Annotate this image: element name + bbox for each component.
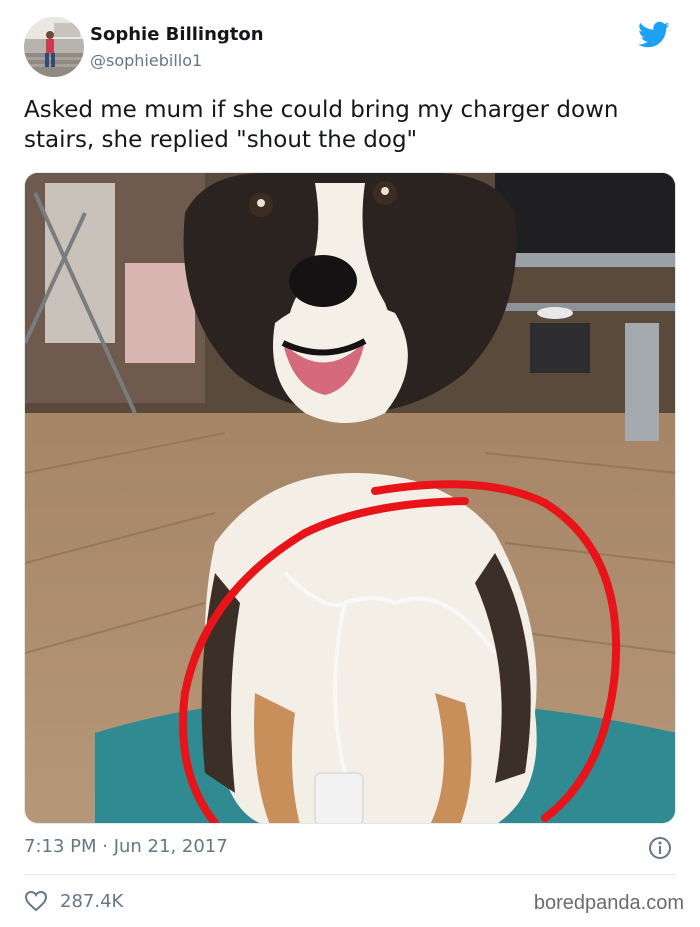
like-count: 287.4K: [60, 890, 124, 912]
author-handle[interactable]: @sophiebillo1: [90, 51, 202, 70]
divider: [24, 874, 676, 875]
tweet-header: Sophie Billington @sophiebillo1: [24, 17, 676, 79]
watermark: boredpanda.com: [533, 892, 684, 914]
tweet-photo[interactable]: [24, 172, 676, 824]
author-name[interactable]: Sophie Billington: [90, 24, 264, 45]
twitter-bird-icon[interactable]: [638, 21, 670, 49]
avatar[interactable]: [24, 17, 84, 77]
like-button[interactable]: 287.4K: [24, 888, 123, 914]
tweet-text: Asked me mum if she could bring my charg…: [24, 97, 626, 153]
tweet-timestamp[interactable]: 7:13 PM · Jun 21, 2017: [24, 836, 228, 857]
heart-icon[interactable]: [24, 890, 48, 912]
info-icon[interactable]: [648, 836, 672, 860]
